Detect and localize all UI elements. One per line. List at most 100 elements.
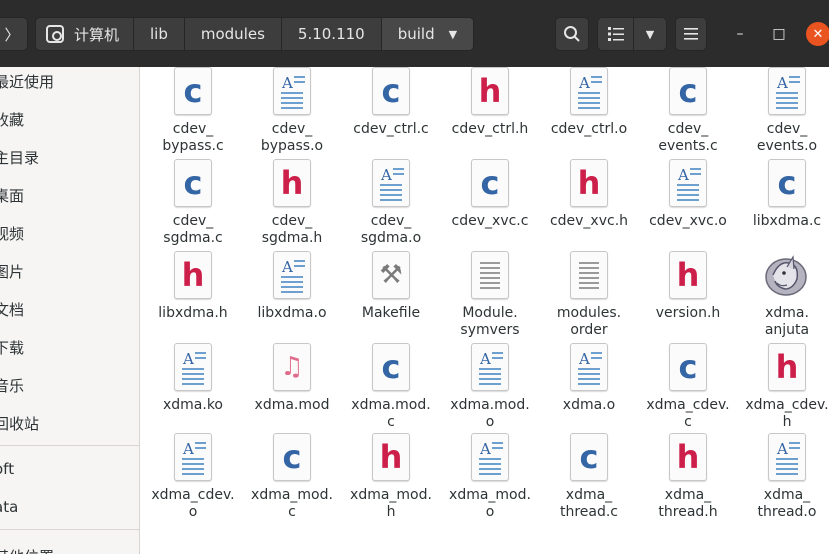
- view-options-button[interactable]: ▼: [597, 17, 667, 51]
- breadcrumb-label: lib: [150, 25, 168, 43]
- file-grid: c cdev_ bypass.c Acdev_ bypass.o c cdev_ctrl.c…: [141, 67, 829, 554]
- file-item[interactable]: h cdev_ sgdma.h: [243, 159, 341, 247]
- file-name: version.h: [655, 305, 721, 321]
- c-header-icon: h: [273, 159, 311, 207]
- file-item[interactable]: c xdma_mod. c: [243, 433, 341, 521]
- list-view-icon[interactable]: [598, 18, 634, 50]
- caret-down-icon[interactable]: ▼: [634, 28, 666, 41]
- file-name: cdev_ bypass.o: [260, 121, 324, 154]
- sidebar-item-trash[interactable]: 回收站: [0, 404, 39, 442]
- sidebar-item-ata[interactable]: ata: [0, 488, 18, 526]
- breadcrumb-modules[interactable]: modules: [185, 18, 282, 50]
- sidebar-item-starred[interactable]: 收藏: [0, 100, 24, 138]
- file-item[interactable]: c xdma_cdev. c: [639, 343, 737, 431]
- file-name: xdma_ thread.h: [658, 487, 718, 520]
- object-file-icon: A: [570, 343, 608, 391]
- object-file-icon: A: [273, 251, 311, 299]
- file-name: cdev_ events.c: [658, 121, 718, 154]
- breadcrumb-label: build: [397, 25, 435, 43]
- c-source-icon: c: [372, 343, 410, 391]
- c-source-icon: c: [669, 343, 707, 391]
- breadcrumb-computer[interactable]: 计算机: [36, 18, 135, 50]
- object-file-icon: A: [471, 433, 509, 481]
- c-source-icon: c: [273, 433, 311, 481]
- file-item[interactable]: Axdma.o: [540, 343, 638, 414]
- music-note-icon: ♫: [273, 343, 311, 391]
- file-name: xdma.mod. c: [351, 397, 431, 430]
- minimize-button[interactable]: –: [728, 22, 752, 46]
- file-item[interactable]: c xdma_ thread.c: [540, 433, 638, 521]
- file-item[interactable]: h xdma_ thread.h: [639, 433, 737, 521]
- file-item[interactable]: Acdev_ bypass.o: [243, 67, 341, 155]
- menu-button[interactable]: [675, 17, 707, 51]
- file-name: cdev_xvc.o: [649, 213, 727, 229]
- file-item[interactable]: h xdma_cdev. h: [738, 343, 829, 431]
- file-item[interactable]: Axdma_ thread.o: [738, 433, 829, 521]
- file-item[interactable]: c libxdma.c: [738, 159, 829, 230]
- file-item[interactable]: Acdev_ sgdma.o: [342, 159, 440, 247]
- file-item[interactable]: Axdma_cdev. o: [144, 433, 242, 521]
- file-item[interactable]: ⚒ Makefile: [342, 251, 440, 322]
- sidebar-divider: [0, 445, 139, 446]
- chevron-right-icon: 〉: [4, 25, 20, 44]
- sidebar-item-music[interactable]: 音乐: [0, 366, 24, 404]
- file-name: cdev_ events.o: [756, 121, 818, 154]
- drive-icon: [46, 25, 64, 43]
- file-item[interactable]: c cdev_xvc.c: [441, 159, 539, 230]
- file-item[interactable]: Module. symvers: [441, 251, 539, 339]
- file-item[interactable]: modules. order: [540, 251, 638, 339]
- back-button[interactable]: 〉: [0, 17, 28, 51]
- breadcrumb: 计算机 lib modules 5.10.110 build ▼: [35, 17, 475, 51]
- file-name: xdma_ thread.c: [559, 487, 619, 520]
- sidebar-item-pictures[interactable]: 图片: [0, 252, 24, 290]
- sidebar-item-desktop[interactable]: 桌面: [0, 176, 24, 214]
- sidebar-item-home[interactable]: 主目录: [0, 138, 39, 176]
- file-item[interactable]: h xdma_mod. h: [342, 433, 440, 521]
- sidebar-item-downloads[interactable]: 下载: [0, 328, 24, 366]
- file-name: xdma.o: [562, 397, 616, 413]
- close-button[interactable]: ✕: [806, 22, 829, 46]
- file-item[interactable]: Acdev_ events.o: [738, 67, 829, 155]
- sidebar-item-recent[interactable]: 最近使用: [0, 67, 54, 100]
- file-item[interactable]: h version.h: [639, 251, 737, 322]
- file-item[interactable]: Axdma_mod. o: [441, 433, 539, 521]
- sidebar-item-other-locations[interactable]: 其他位置: [0, 537, 54, 554]
- breadcrumb-lib[interactable]: lib: [134, 18, 185, 50]
- c-source-icon: c: [768, 159, 806, 207]
- file-name: xdma_mod. h: [350, 487, 432, 520]
- anjuta-project-icon: [765, 251, 807, 299]
- file-item[interactable]: Axdma.mod. o: [441, 343, 539, 431]
- breadcrumb-label: 计算机: [74, 25, 120, 44]
- maximize-button[interactable]: □: [767, 22, 791, 46]
- object-file-icon: A: [570, 67, 608, 115]
- file-item[interactable]: c cdev_ bypass.c: [144, 67, 242, 155]
- breadcrumb-version[interactable]: 5.10.110: [282, 18, 382, 50]
- file-name: libxdma.c: [752, 213, 822, 229]
- header-bar: 〉 计算机 lib modules 5.10.110 build ▼ ▼ – □…: [0, 0, 829, 67]
- file-item[interactable]: h cdev_xvc.h: [540, 159, 638, 230]
- file-item[interactable]: Acdev_ctrl.o: [540, 67, 638, 138]
- object-file-icon: A: [471, 343, 509, 391]
- object-file-icon: A: [174, 343, 212, 391]
- breadcrumb-build[interactable]: build ▼: [381, 18, 474, 50]
- c-source-icon: c: [669, 67, 707, 115]
- file-item[interactable]: Axdma.ko: [144, 343, 242, 414]
- file-item[interactable]: xdma. anjuta: [738, 251, 829, 339]
- file-item[interactable]: Acdev_xvc.o: [639, 159, 737, 230]
- file-item[interactable]: c cdev_ sgdma.c: [144, 159, 242, 247]
- file-item[interactable]: ♫ xdma.mod: [243, 343, 341, 414]
- search-button[interactable]: [555, 17, 589, 51]
- file-item[interactable]: h libxdma.h: [144, 251, 242, 322]
- file-item[interactable]: h cdev_ctrl.h: [441, 67, 539, 138]
- c-source-icon: c: [471, 159, 509, 207]
- file-name: xdma_cdev. o: [151, 487, 235, 520]
- sidebar-item-oft[interactable]: oft: [0, 450, 14, 488]
- c-header-icon: h: [669, 433, 707, 481]
- sidebar-item-documents[interactable]: 文档: [0, 290, 24, 328]
- file-item[interactable]: c cdev_ events.c: [639, 67, 737, 155]
- file-item[interactable]: c cdev_ctrl.c: [342, 67, 440, 138]
- file-item[interactable]: Alibxdma.o: [243, 251, 341, 322]
- file-name: xdma_ thread.o: [757, 487, 817, 520]
- sidebar-item-videos[interactable]: 视频: [0, 214, 24, 252]
- file-item[interactable]: c xdma.mod. c: [342, 343, 440, 431]
